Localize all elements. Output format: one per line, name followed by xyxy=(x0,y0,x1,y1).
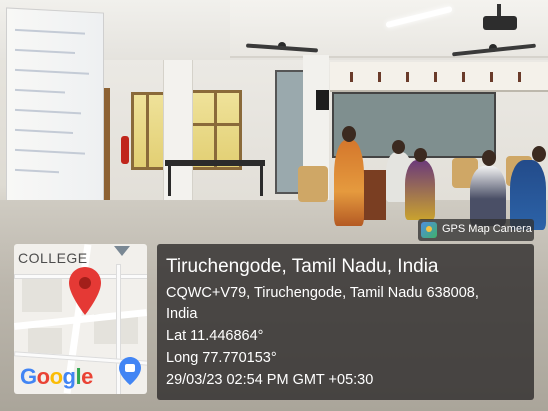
event-photo: GPS Map Camera COLLEGE Google Tiruchengo… xyxy=(0,0,548,411)
gps-map-camera-icon xyxy=(421,222,437,238)
person-head xyxy=(532,146,546,162)
seated-person xyxy=(405,160,435,220)
google-letter: o xyxy=(49,364,63,389)
address-line: CQWC+V79, Tiruchengode, Tamil Nadu 63800… xyxy=(166,285,479,301)
seated-person xyxy=(470,166,506,226)
person-head xyxy=(392,140,405,154)
window-center xyxy=(190,90,242,170)
location-info-panel: Tiruchengode, Tamil Nadu, India CQWC+V79… xyxy=(157,244,534,400)
google-letter: g xyxy=(62,364,76,389)
gps-map-camera-badge: GPS Map Camera xyxy=(418,219,534,241)
address-country: India xyxy=(166,306,198,322)
latitude: Lat 11.446864° xyxy=(166,328,264,344)
google-letter: o xyxy=(36,364,50,389)
person-head xyxy=(482,150,496,166)
projection-screen xyxy=(6,7,104,225)
longitude: Long 77.770153° xyxy=(166,350,277,366)
google-letter: G xyxy=(20,364,37,389)
map-place-label: COLLEGE xyxy=(18,250,88,266)
timestamp: 29/03/23 02:54 PM GMT +05:30 xyxy=(166,372,374,388)
person-head xyxy=(342,126,356,142)
chair xyxy=(298,166,328,202)
table xyxy=(165,160,265,166)
badge-label: GPS Map Camera xyxy=(442,223,532,235)
map-place-marker-icon xyxy=(114,246,130,256)
map-place-icon xyxy=(119,357,141,385)
google-letter: e xyxy=(81,364,93,389)
speaker-person xyxy=(334,140,364,226)
table-leg xyxy=(260,166,263,196)
location-pin-icon xyxy=(69,267,101,315)
projector xyxy=(483,16,517,30)
person-head xyxy=(414,148,427,162)
table-leg xyxy=(168,166,171,196)
fire-extinguisher xyxy=(121,136,129,164)
map-thumbnail: COLLEGE Google xyxy=(14,244,147,394)
google-logo: Google xyxy=(20,364,93,390)
speaker xyxy=(316,90,329,110)
window-left xyxy=(131,92,167,170)
location-title: Tiruchengode, Tamil Nadu, India xyxy=(166,256,439,277)
decorative-panel xyxy=(330,62,548,92)
projector-mount xyxy=(497,4,501,16)
